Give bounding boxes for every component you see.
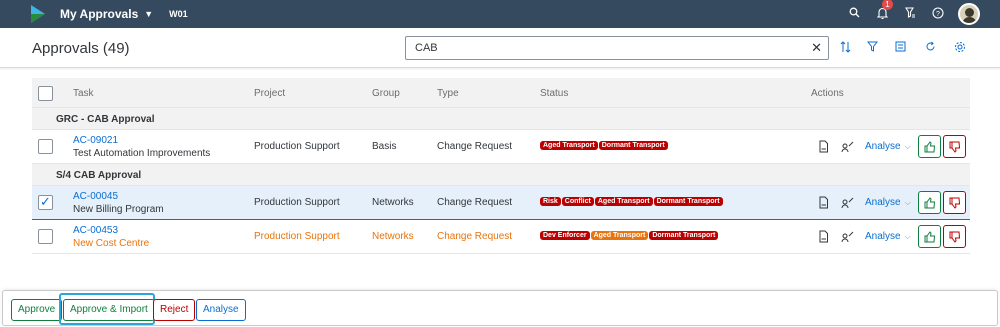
task-id-link[interactable]: AC-00045 [73, 190, 164, 203]
refresh-icon[interactable] [925, 41, 936, 55]
footer-toolbar: Approve Approve & Import Reject Analyse [2, 290, 998, 326]
type-cell: Change Request [437, 231, 513, 242]
table-header: Task Project Group Type Status Actions [32, 78, 970, 108]
select-all-checkbox[interactable] [38, 86, 53, 101]
status-badge: Dev Enforcer [540, 231, 590, 240]
page-header: Approvals (49) CAB ✕ [0, 28, 1000, 68]
status-badge: Risk [540, 197, 561, 206]
notification-badge: 1 [882, 0, 893, 10]
row-checkbox[interactable] [38, 229, 53, 244]
task-id-link[interactable]: AC-09021 [73, 134, 210, 147]
document-icon[interactable] [818, 196, 829, 212]
search-input[interactable]: CAB ✕ [405, 36, 829, 60]
shell-bar: My Approvals ▼ W01 1 ? [0, 0, 1000, 28]
group-cell: Networks [372, 197, 414, 208]
chevron-down-icon: ⌵ [904, 142, 911, 151]
clear-icon[interactable]: ✕ [811, 40, 822, 56]
column-group[interactable]: Group [372, 88, 400, 99]
status-badge: Dormant Transport [649, 231, 719, 240]
document-icon[interactable] [818, 230, 829, 246]
row-checkbox[interactable] [38, 194, 53, 210]
approve-import-button[interactable]: Approve & Import [63, 299, 155, 321]
status-tags: Risk Conflict Aged Transport Dormant Tra… [540, 197, 723, 206]
group-header[interactable]: S/4 CAB Approval [32, 164, 970, 186]
group-icon[interactable] [895, 41, 906, 55]
status-tags: Dev Enforcer Aged Transport Dormant Tran… [540, 231, 719, 240]
approve-button[interactable]: Approve [11, 299, 63, 321]
group-title: S/4 CAB Approval [56, 170, 142, 181]
approve-row-button[interactable] [918, 191, 941, 214]
project-cell: Production Support [254, 197, 340, 208]
filter-funnel-icon[interactable] [896, 7, 924, 21]
table-row[interactable]: AC-00453 New Cost Centre Production Supp… [32, 220, 970, 254]
status-badge: Conflict [561, 197, 594, 206]
settings-icon[interactable] [954, 41, 966, 56]
analyse-dropdown[interactable]: Analyse ⌵ [865, 141, 911, 152]
assign-user-icon[interactable] [841, 196, 854, 212]
approvals-table: Task Project Group Type Status Actions G… [32, 78, 970, 254]
status-badge: Dormant Transport [598, 141, 668, 150]
document-icon[interactable] [818, 140, 829, 156]
analyse-label: Analyse [865, 231, 901, 242]
task-id-link[interactable]: AC-00453 [73, 224, 149, 237]
analyse-dropdown[interactable]: Analyse ⌵ [865, 231, 911, 242]
page-title: Approvals (49) [32, 40, 130, 57]
status-badge: Aged Transport [594, 197, 653, 206]
bell-icon[interactable]: 1 [868, 0, 896, 22]
analyse-label: Analyse [865, 197, 901, 208]
reject-row-button[interactable] [943, 225, 966, 248]
chevron-down-icon: ⌵ [904, 198, 911, 207]
column-project[interactable]: Project [254, 88, 285, 99]
group-cell: Networks [372, 231, 414, 242]
chevron-down-icon: ⌵ [904, 232, 911, 241]
column-type[interactable]: Type [437, 88, 459, 99]
search-value: CAB [415, 42, 438, 54]
assign-user-icon[interactable] [841, 230, 854, 246]
assign-user-icon[interactable] [841, 140, 854, 156]
analyse-dropdown[interactable]: Analyse ⌵ [865, 197, 911, 208]
status-badge: Aged Transport [590, 231, 649, 240]
type-cell: Change Request [437, 197, 513, 208]
chevron-down-icon: ▼ [144, 9, 154, 19]
app-title-menu[interactable]: My Approvals ▼ [60, 7, 153, 21]
approve-row-button[interactable] [918, 135, 941, 158]
svg-text:?: ? [936, 10, 940, 17]
search-icon[interactable] [840, 7, 868, 21]
column-actions: Actions [811, 88, 844, 99]
help-icon[interactable]: ? [924, 6, 952, 22]
reject-row-button[interactable] [943, 135, 966, 158]
sort-icon[interactable] [840, 41, 851, 56]
type-cell: Change Request [437, 141, 513, 152]
task-name: New Billing Program [73, 204, 164, 215]
analyse-button[interactable]: Analyse [196, 299, 246, 321]
analyse-label: Analyse [865, 141, 901, 152]
system-id: W01 [169, 9, 188, 19]
approve-row-button[interactable] [918, 225, 941, 248]
app-title: My Approvals [60, 7, 139, 21]
avatar[interactable] [958, 3, 980, 25]
status-badge: Dormant Transport [653, 197, 723, 206]
table-row[interactable]: AC-00045 New Billing Program Production … [32, 186, 970, 220]
filter-icon[interactable] [866, 41, 879, 55]
status-badge: Aged Transport [540, 141, 598, 150]
app-logo[interactable] [31, 5, 49, 23]
reject-button[interactable]: Reject [153, 299, 196, 321]
row-checkbox[interactable] [38, 139, 53, 154]
group-header[interactable]: GRC - CAB Approval [32, 108, 970, 130]
group-cell: Basis [372, 141, 397, 152]
column-status[interactable]: Status [540, 88, 568, 99]
column-task[interactable]: Task [73, 88, 94, 99]
reject-row-button[interactable] [943, 191, 966, 214]
project-cell: Production Support [254, 231, 340, 242]
status-tags: Aged Transport Dormant Transport [540, 141, 668, 150]
task-name: Test Automation Improvements [73, 148, 211, 159]
group-title: GRC - CAB Approval [56, 114, 155, 125]
task-name: New Cost Centre [73, 238, 150, 249]
table-row[interactable]: AC-09021 Test Automation Improvements Pr… [32, 130, 970, 164]
project-cell: Production Support [254, 141, 340, 152]
